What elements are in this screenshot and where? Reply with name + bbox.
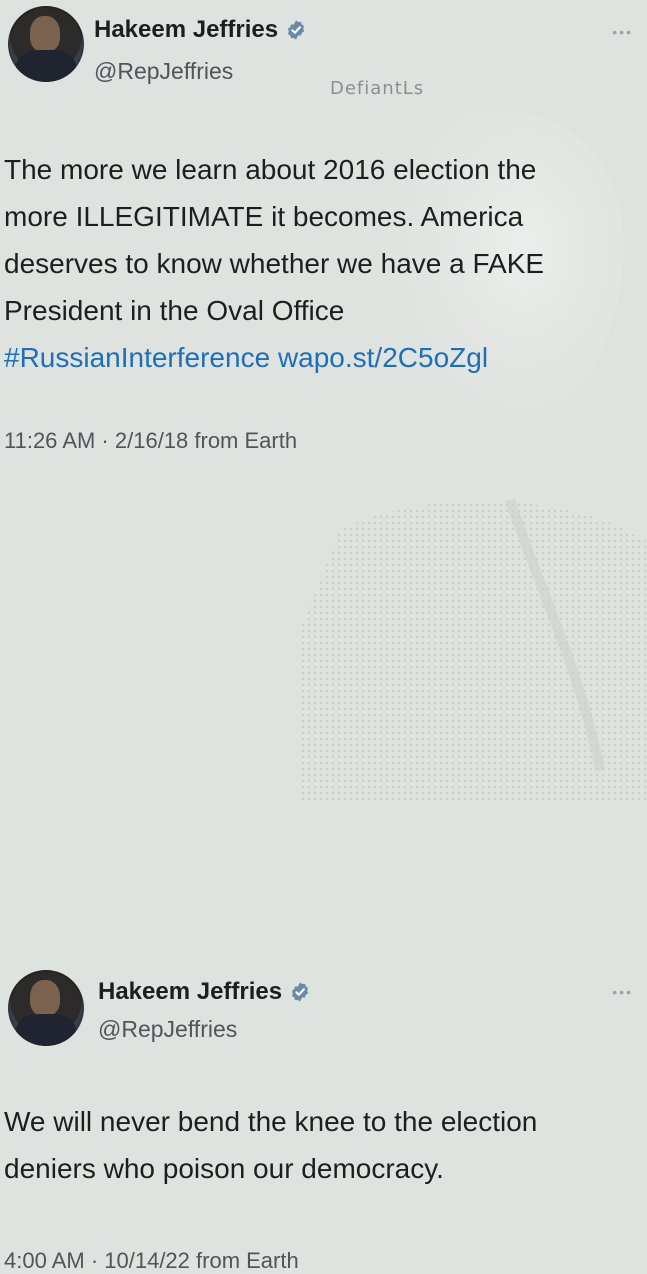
url-link[interactable]: wapo.st/2C5oZgl [278,342,488,373]
tweet-text: The more we learn about 2016 election th… [4,146,634,381]
name-row: Hakeem Jeffries [94,16,307,44]
tweet-text-line: deniers who poison our democracy. [4,1153,444,1184]
author-handle[interactable]: @RepJeffries [98,1016,237,1043]
author-handle[interactable]: @RepJeffries [94,58,233,85]
watermark: DefiantLs [330,78,425,99]
verified-badge-icon [288,20,305,40]
hashtag-link[interactable]: #RussianInterference [4,342,270,373]
tweet-text-line: The more we learn about 2016 election th… [4,154,537,185]
author-name[interactable]: Hakeem Jeffries [98,978,282,1006]
name-row: Hakeem Jeffries [98,978,311,1006]
verified-badge-icon [292,982,309,1002]
tweet-text: We will never bend the knee to the elect… [4,1098,634,1192]
avatar[interactable] [8,970,84,1046]
tweet-links-line: #RussianInterference wapo.st/2C5oZgl [4,334,634,381]
tweet-timestamp[interactable]: 11:26 AM · 2/16/18 from Earth [4,428,297,454]
tweet-text-line: President in the Oval Office [4,295,345,326]
tweet-timestamp[interactable]: 4:00 AM · 10/14/22 from Earth [4,1248,299,1274]
more-options-icon[interactable]: ••• [612,24,633,40]
tweet-text-line: deserves to know whether we have a FAKE [4,248,545,279]
tweet-text-line: more ILLEGITIMATE it becomes. America [4,201,524,232]
tweet-text-line: We will never bend the knee to the elect… [4,1106,538,1137]
more-options-icon[interactable]: ••• [612,984,633,1000]
avatar[interactable] [8,6,84,82]
author-name[interactable]: Hakeem Jeffries [94,16,278,44]
